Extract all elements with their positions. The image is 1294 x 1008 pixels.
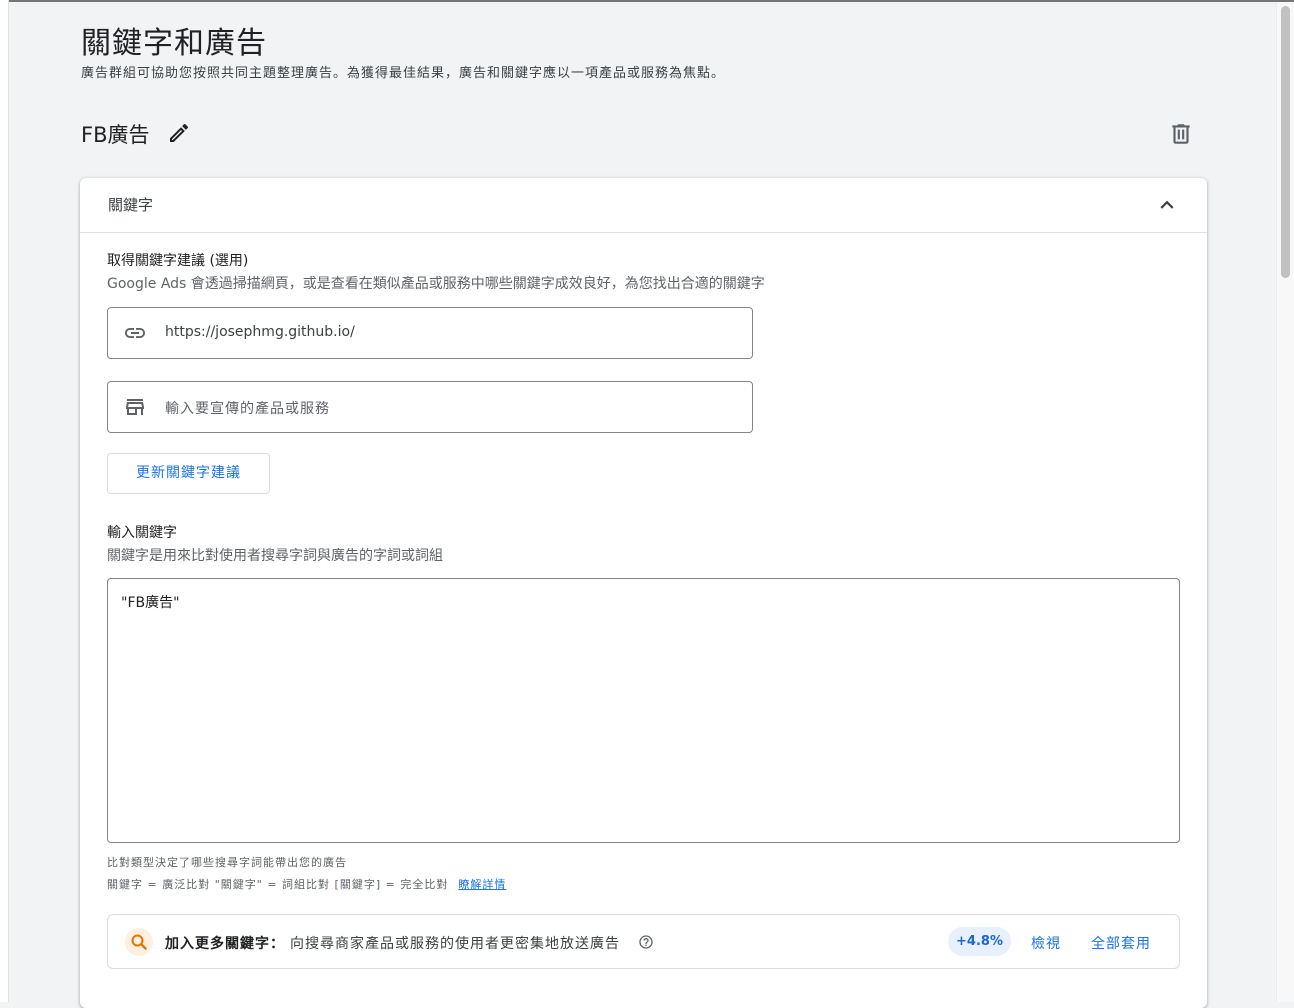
link-icon [122, 321, 148, 345]
pencil-icon[interactable] [167, 121, 191, 145]
product-service-placeholder[interactable]: 輸入要宣傳的產品或服務 [165, 398, 330, 418]
chevron-up-icon[interactable] [1154, 192, 1180, 218]
website-url-field[interactable]: https://josephmg.github.io/ [107, 307, 753, 359]
keywords-card-title: 關鍵字 [108, 196, 154, 214]
page-content: 關鍵字和廣告 廣告群組可協助您按照共同主題整理廣告。為獲得最佳結果，廣告和關鍵字… [9, 2, 1277, 1008]
page-title: 關鍵字和廣告 [81, 26, 267, 61]
help-icon[interactable] [638, 934, 654, 950]
keywords-textarea-value[interactable]: "FB廣告" [121, 592, 180, 612]
enter-keywords-description: 關鍵字是用來比對使用者搜尋字詞與廣告的字詞或詞組 [107, 548, 443, 564]
learn-more-link[interactable]: 瞭解詳情 [458, 878, 506, 891]
keywords-card-header[interactable]: 關鍵字 [80, 178, 1207, 233]
match-type-legend: 關鍵字 = 廣泛比對 "關鍵字" = 詞組比對 [關鍵字] = 完全比對 瞭解詳情 [107, 876, 506, 892]
recommendation-title: 加入更多關鍵字： [165, 936, 285, 952]
left-panel-edge [0, 0, 9, 1002]
page-subtitle: 廣告群組可協助您按照共同主題整理廣告。為獲得最佳結果，廣告和關鍵字應以一項產品或… [81, 66, 726, 81]
uplift-badge: +4.8% [948, 927, 1011, 956]
search-icon [125, 928, 153, 956]
view-recommendation-button[interactable]: 檢視 [1031, 933, 1061, 953]
scrollbar-thumb[interactable] [1281, 6, 1290, 278]
vertical-scrollbar[interactable] [1276, 2, 1294, 1002]
match-type-legend-text: 關鍵字 = 廣泛比對 "關鍵字" = 詞組比對 [關鍵字] = 完全比對 [107, 878, 449, 891]
ad-group-name: FB廣告 [81, 123, 150, 147]
enter-keywords-title: 輸入關鍵字 [107, 525, 177, 541]
website-url-value[interactable]: https://josephmg.github.io/ [165, 324, 355, 340]
update-keyword-suggestions-button[interactable]: 更新關鍵字建議 [107, 453, 270, 494]
apply-all-button[interactable]: 全部套用 [1091, 933, 1151, 953]
suggestions-title: 取得關鍵字建議 (選用) [107, 253, 249, 269]
keywords-card: 關鍵字 取得關鍵字建議 (選用) Google Ads 會透過掃描網頁，或是查看… [80, 178, 1207, 1008]
product-service-field[interactable]: 輸入要宣傳的產品或服務 [107, 381, 753, 433]
suggestions-description: Google Ads 會透過掃描網頁，或是查看在類似產品或服務中哪些關鍵字成效良… [107, 276, 765, 292]
recommendation-banner: 加入更多關鍵字： 向搜尋商家產品或服務的使用者更密集地放送廣告 +4.8% 檢視… [107, 914, 1180, 969]
keywords-textarea[interactable]: "FB廣告" [107, 578, 1180, 843]
trash-icon[interactable] [1168, 121, 1194, 147]
match-type-hint: 比對類型決定了哪些搜尋字詞能帶出您的廣告 [107, 856, 347, 869]
recommendation-text: 向搜尋商家產品或服務的使用者更密集地放送廣告 [290, 936, 620, 952]
storefront-icon [122, 395, 148, 419]
